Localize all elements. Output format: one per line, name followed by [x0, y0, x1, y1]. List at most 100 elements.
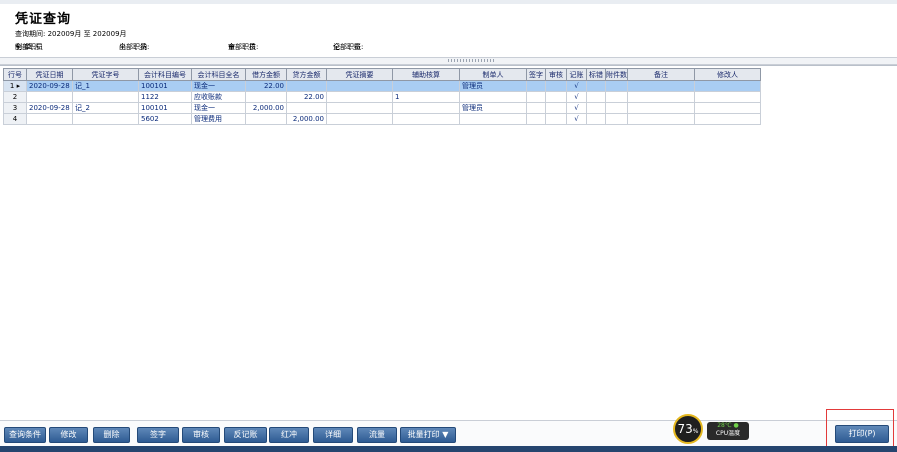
cell-note[interactable]: [627, 91, 695, 103]
unpost-button[interactable]: 反记账: [224, 427, 267, 443]
row-number-cell[interactable]: 2: [3, 91, 27, 103]
column-header[interactable]: 审核: [545, 68, 567, 81]
column-header[interactable]: 会计科目编号: [138, 68, 192, 81]
column-header[interactable]: 凭证日期: [26, 68, 73, 81]
column-header[interactable]: 备注: [627, 68, 695, 81]
cell-note[interactable]: [627, 113, 695, 125]
cell-maker[interactable]: 管理员: [459, 80, 527, 92]
column-header[interactable]: 修改人: [694, 68, 761, 81]
cell-credit[interactable]: 22.00: [286, 91, 327, 103]
cell-maker[interactable]: 管理员: [459, 102, 527, 114]
cell-sign[interactable]: [526, 80, 546, 92]
splitter-grip-icon[interactable]: [448, 59, 496, 62]
column-header[interactable]: 贷方金额: [286, 68, 327, 81]
cpu-monitor-widget[interactable]: 73% 28℃ ● CPU温度: [673, 414, 749, 446]
cell-credit[interactable]: [286, 80, 327, 92]
cell-posted-check[interactable]: √: [566, 113, 587, 125]
cell-maker[interactable]: [459, 91, 527, 103]
table-row[interactable]: 1 ▸ 2020-09-28 记_1 100101 现金一 22.00 管理员 …: [3, 80, 761, 92]
cell-note[interactable]: [627, 102, 695, 114]
cell-aux[interactable]: [392, 102, 460, 114]
delete-button[interactable]: 删除: [93, 427, 130, 443]
cell-account-name[interactable]: 现金一: [191, 80, 246, 92]
cell-credit[interactable]: 2,000.00: [286, 113, 327, 125]
cell-posted-check[interactable]: √: [566, 102, 587, 114]
column-header[interactable]: 记账: [566, 68, 587, 81]
cell-error-flag[interactable]: [586, 80, 606, 92]
cell-debit[interactable]: 22.00: [245, 80, 287, 92]
column-header[interactable]: 会计科目全名: [191, 68, 246, 81]
cell-account-code[interactable]: 5602: [138, 113, 192, 125]
row-number-cell[interactable]: 1 ▸: [3, 80, 27, 92]
cell-attachments[interactable]: [605, 113, 628, 125]
cell-modifier[interactable]: [694, 102, 761, 114]
column-header[interactable]: 附件数: [605, 68, 628, 81]
panel-splitter[interactable]: [0, 57, 897, 65]
column-header[interactable]: 行号: [3, 68, 27, 81]
cell-debit[interactable]: [245, 113, 287, 125]
cell-date[interactable]: [26, 113, 73, 125]
cell-summary[interactable]: [326, 102, 393, 114]
cell-attachments[interactable]: [605, 102, 628, 114]
cell-modifier[interactable]: [694, 91, 761, 103]
table-row[interactable]: 2 1122 应收账款 22.00 1 √: [3, 91, 761, 103]
column-header[interactable]: 凭证字号: [72, 68, 139, 81]
row-number-cell[interactable]: 3: [3, 102, 27, 114]
cell-summary[interactable]: [326, 113, 393, 125]
detail-button[interactable]: 详细: [313, 427, 353, 443]
cell-note[interactable]: [627, 80, 695, 92]
cell-aux[interactable]: 1: [392, 91, 460, 103]
column-header[interactable]: 制单人: [459, 68, 527, 81]
table-row[interactable]: 3 2020-09-28 记_2 100101 现金一 2,000.00 管理员…: [3, 102, 761, 114]
cell-audit[interactable]: [545, 113, 567, 125]
column-header[interactable]: 凭证摘要: [326, 68, 393, 81]
cell-maker[interactable]: [459, 113, 527, 125]
cell-audit[interactable]: [545, 91, 567, 103]
cell-credit[interactable]: [286, 102, 327, 114]
row-number-cell[interactable]: 4: [3, 113, 27, 125]
cell-attachments[interactable]: [605, 80, 628, 92]
cell-aux[interactable]: [392, 80, 460, 92]
cell-debit[interactable]: [245, 91, 287, 103]
cell-posted-check[interactable]: √: [566, 91, 587, 103]
query-conditions-button[interactable]: 查询条件: [4, 427, 46, 443]
cash-flow-button[interactable]: 流量: [357, 427, 397, 443]
cell-voucher[interactable]: [72, 91, 139, 103]
cell-account-name[interactable]: 应收账款: [191, 91, 246, 103]
cell-account-code[interactable]: 100101: [138, 80, 192, 92]
cell-sign[interactable]: [526, 102, 546, 114]
cell-sign[interactable]: [526, 91, 546, 103]
column-header[interactable]: 签字: [526, 68, 546, 81]
cell-debit[interactable]: 2,000.00: [245, 102, 287, 114]
cell-account-code[interactable]: 100101: [138, 102, 192, 114]
column-header[interactable]: 借方金额: [245, 68, 287, 81]
cell-error-flag[interactable]: [586, 91, 606, 103]
cell-modifier[interactable]: [694, 80, 761, 92]
cell-account-name[interactable]: 现金一: [191, 102, 246, 114]
cell-error-flag[interactable]: [586, 102, 606, 114]
audit-button[interactable]: 审核: [182, 427, 220, 443]
cell-attachments[interactable]: [605, 91, 628, 103]
cell-date[interactable]: 2020-09-28: [26, 80, 73, 92]
column-header[interactable]: 标错: [586, 68, 606, 81]
table-row[interactable]: 4 5602 管理费用 2,000.00 √: [3, 113, 761, 125]
cell-audit[interactable]: [545, 102, 567, 114]
cell-sign[interactable]: [526, 113, 546, 125]
cell-date[interactable]: [26, 91, 73, 103]
cell-account-code[interactable]: 1122: [138, 91, 192, 103]
batch-print-button[interactable]: 批量打印 ▼: [400, 427, 456, 443]
modify-button[interactable]: 修改: [49, 427, 88, 443]
cell-posted-check[interactable]: √: [566, 80, 587, 92]
sign-button[interactable]: 签字: [137, 427, 179, 443]
cell-summary[interactable]: [326, 91, 393, 103]
cell-account-name[interactable]: 管理费用: [191, 113, 246, 125]
cell-modifier[interactable]: [694, 113, 761, 125]
cell-voucher[interactable]: 记_2: [72, 102, 139, 114]
cell-summary[interactable]: [326, 80, 393, 92]
cell-date[interactable]: 2020-09-28: [26, 102, 73, 114]
cell-audit[interactable]: [545, 80, 567, 92]
cell-voucher[interactable]: [72, 113, 139, 125]
column-header[interactable]: 辅助核算: [392, 68, 460, 81]
cell-voucher[interactable]: 记_1: [72, 80, 139, 92]
cell-aux[interactable]: [392, 113, 460, 125]
